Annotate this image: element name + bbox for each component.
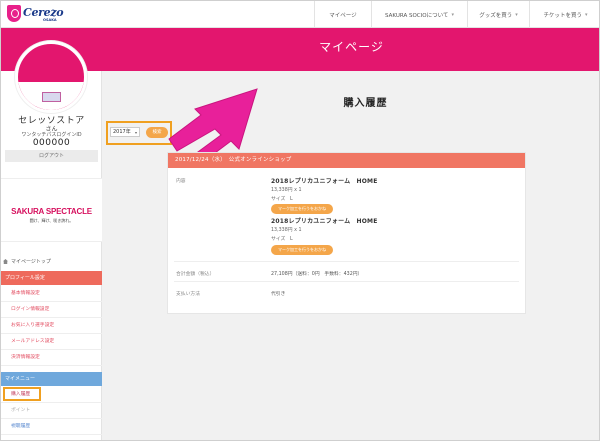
sakura-spectacle-banner[interactable]: SAKURA SPECTACLE 闘け、輝け、咲き誇れ。 bbox=[1, 178, 102, 242]
item-name: 2018レプリカユニフォーム HOME bbox=[271, 218, 378, 225]
page-banner: マイページ bbox=[1, 28, 599, 71]
card-label: SAKURA SOCIO bbox=[24, 82, 78, 88]
my-menu-section-header: マイメニュー bbox=[1, 372, 102, 386]
logo-subtext: OSAKA bbox=[43, 18, 57, 22]
nav-mypage[interactable]: マイページ bbox=[314, 1, 371, 28]
sidebar-item-points[interactable]: ポイント bbox=[1, 403, 102, 419]
total-value: 27,108円（送料：0円 手数料：432円） bbox=[271, 272, 363, 277]
home-label: マイページトップ bbox=[11, 259, 51, 265]
club-crest-icon bbox=[7, 5, 21, 22]
chevron-down-icon: ▾ bbox=[451, 11, 454, 18]
sidebar-item-favorite-player[interactable]: お気に入り選手設定 bbox=[1, 318, 102, 334]
home-icon bbox=[3, 259, 8, 264]
top-nav: Cerezo OSAKA マイページ SAKURA SOCIOについて ▾ グッズ… bbox=[1, 1, 599, 28]
nav-goods-label: グッズを買う bbox=[479, 12, 513, 19]
content-label: 内容 bbox=[176, 179, 186, 184]
total-label: 合計金額（税込） bbox=[176, 272, 215, 277]
sidebar-item-basic-info[interactable]: 基本情報設定 bbox=[1, 286, 102, 302]
cerezo-logo[interactable]: Cerezo OSAKA bbox=[7, 5, 69, 24]
mark-processing-button[interactable]: マーク加工を行うをおかね bbox=[271, 245, 333, 255]
divider bbox=[174, 261, 519, 262]
payment-label: 支払い方法 bbox=[176, 292, 200, 297]
nav-tickets[interactable]: チケットを買う ▾ bbox=[529, 1, 599, 28]
chevron-down-icon: ▾ bbox=[134, 130, 137, 135]
login-id-value: 000000 bbox=[32, 138, 71, 148]
item-price-qty: 13,338円 x 1 bbox=[271, 188, 302, 193]
annotation-arrow-icon bbox=[168, 88, 258, 157]
item-size: サイズ L bbox=[271, 237, 293, 242]
member-card-avatar: SAKURA SOCIO bbox=[15, 41, 87, 113]
mark-processing-button[interactable]: マーク加工を行うをおかね bbox=[271, 204, 333, 214]
order-card: 2017/12/24（水） 公式オンラインショップ 内容 2018レプリカユニフ… bbox=[167, 152, 526, 314]
year-select[interactable]: 2017年 ▾ bbox=[110, 127, 140, 137]
sidebar-item-email[interactable]: メールアドレス設定 bbox=[1, 334, 102, 350]
chevron-down-icon: ▾ bbox=[515, 11, 518, 18]
logout-button[interactable]: ログアウト bbox=[5, 150, 98, 162]
cerezo-mark-icon bbox=[42, 92, 61, 102]
banner-title: マイページ bbox=[319, 40, 384, 54]
item-price-qty: 13,338円 x 1 bbox=[271, 228, 302, 233]
order-header: 2017/12/24（水） 公式オンラインショップ bbox=[168, 153, 525, 168]
nav-about-socio-label: SAKURA SOCIOについて bbox=[385, 12, 449, 19]
divider bbox=[174, 281, 519, 282]
nav-mypage-label: マイページ bbox=[329, 12, 357, 19]
sidebar-item-mypage-top[interactable]: マイページトップ bbox=[3, 258, 51, 265]
browser-frame: Cerezo OSAKA マイページ SAKURA SOCIOについて ▾ グッズ… bbox=[0, 0, 600, 441]
payment-value: 代引き bbox=[271, 292, 286, 297]
spectacle-subtitle: 闘け、輝け、咲き誇れ。 bbox=[29, 218, 74, 223]
sidebar-item-payment-info[interactable]: 決済情報設定 bbox=[1, 350, 102, 366]
profile-section-header: プロフィール設定 bbox=[1, 271, 102, 285]
spectacle-title: SAKURA SPECTACLE bbox=[11, 207, 92, 216]
chevron-down-icon: ▾ bbox=[585, 11, 588, 18]
login-id-label: ワンタッチパスログインID bbox=[21, 132, 82, 138]
sidebar-item-view-history[interactable]: 視聴履歴 bbox=[1, 419, 102, 435]
nav-goods[interactable]: グッズを買う ▾ bbox=[467, 1, 529, 28]
item-name: 2018レプリカユニフォーム HOME bbox=[271, 178, 378, 185]
year-select-value: 2017年 bbox=[113, 129, 131, 135]
nav-menu: マイページ SAKURA SOCIOについて ▾ グッズを買う ▾ チケットを買う ▾ bbox=[314, 1, 599, 28]
nav-tickets-label: チケットを買う bbox=[543, 12, 582, 19]
purchase-history-highlight bbox=[3, 387, 41, 401]
item-size: サイズ L bbox=[271, 197, 293, 202]
nav-about-socio[interactable]: SAKURA SOCIOについて ▾ bbox=[371, 1, 467, 28]
sidebar-item-login-info[interactable]: ログイン情報設定 bbox=[1, 302, 102, 318]
